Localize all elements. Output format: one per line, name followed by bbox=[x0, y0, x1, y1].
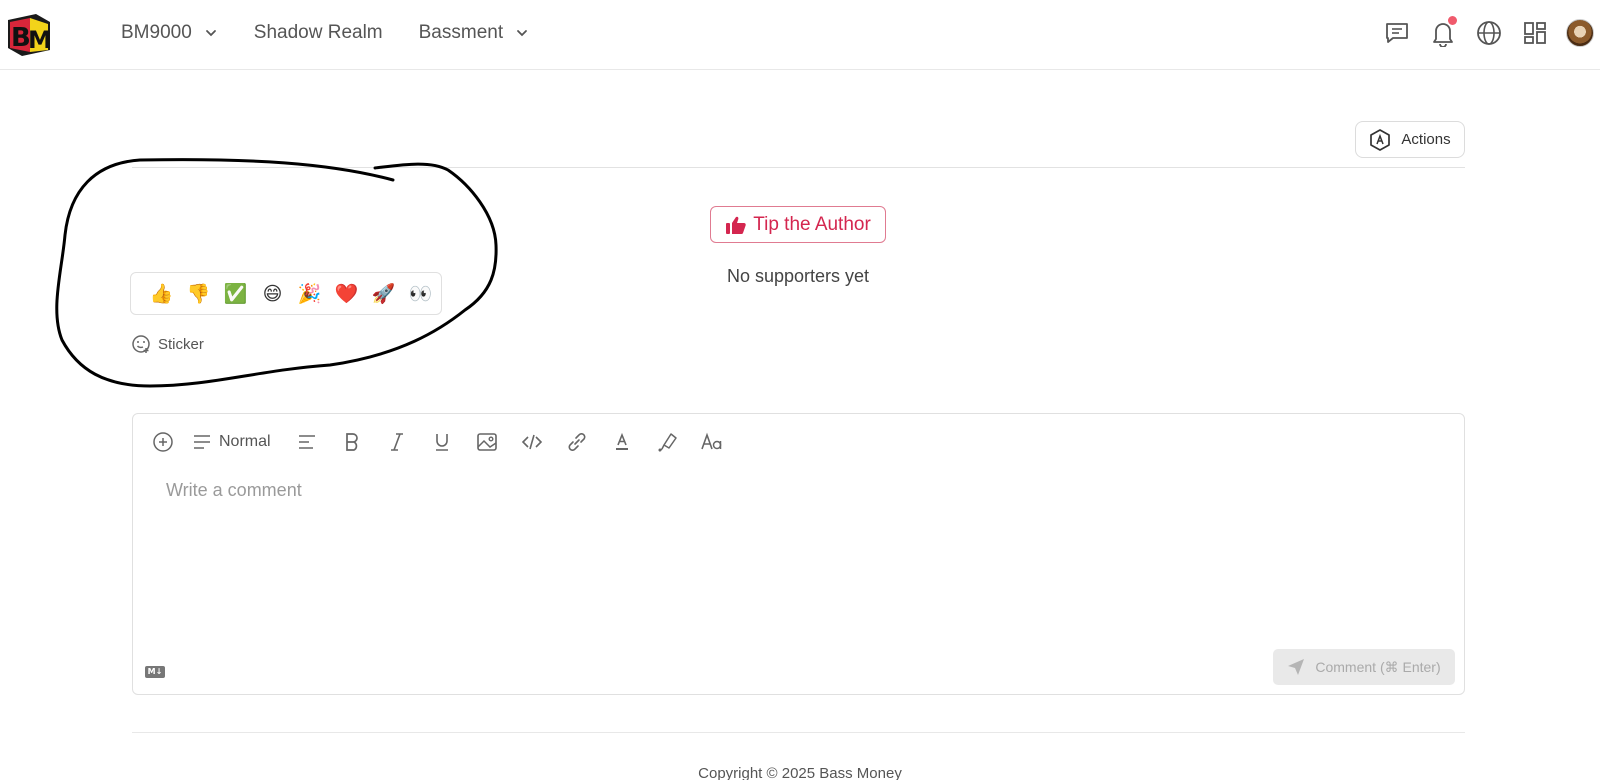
plus-circle-icon bbox=[153, 432, 173, 452]
image-button[interactable] bbox=[471, 426, 503, 458]
reaction-thumbs-up[interactable]: 👍 bbox=[143, 282, 180, 305]
bm-logo[interactable]: B M bbox=[4, 10, 54, 56]
reaction-rocket[interactable]: 🚀 bbox=[365, 282, 402, 305]
reaction-party[interactable]: 🎉 bbox=[291, 282, 328, 305]
italic-icon bbox=[390, 433, 403, 451]
thumbs-up-icon bbox=[726, 216, 746, 234]
hexagon-a-icon bbox=[1370, 128, 1391, 151]
nav-bassment-label: Bassment bbox=[418, 22, 504, 43]
main-nav: BM9000 Shadow Realm Bassment bbox=[121, 0, 565, 66]
editor-toolbar: Normal bbox=[147, 426, 741, 458]
nav-shadow-realm[interactable]: Shadow Realm bbox=[254, 22, 383, 44]
reaction-heart[interactable]: ❤️ bbox=[328, 282, 365, 305]
font-size-button[interactable] bbox=[696, 426, 728, 458]
notification-dot bbox=[1448, 16, 1457, 25]
text-style-select[interactable]: Normal bbox=[192, 426, 271, 458]
insert-button[interactable] bbox=[147, 426, 179, 458]
send-icon bbox=[1288, 659, 1305, 675]
globe-icon[interactable] bbox=[1474, 18, 1504, 48]
link-icon bbox=[568, 433, 585, 451]
markdown-icon: M↓ bbox=[145, 666, 165, 678]
bold-button[interactable] bbox=[336, 426, 368, 458]
image-icon bbox=[476, 433, 497, 451]
underline-button[interactable] bbox=[426, 426, 458, 458]
sticker-icon bbox=[132, 335, 150, 353]
underline-icon bbox=[435, 434, 448, 451]
nav-shadow-realm-label: Shadow Realm bbox=[253, 22, 383, 43]
align-button[interactable] bbox=[291, 426, 323, 458]
text-color-button[interactable] bbox=[606, 426, 638, 458]
avatar[interactable] bbox=[1566, 19, 1594, 47]
comment-input[interactable]: Write a comment bbox=[166, 480, 302, 501]
code-icon bbox=[521, 434, 542, 450]
chevron-down-icon bbox=[517, 30, 528, 37]
reaction-thumbs-down[interactable]: 👎 bbox=[180, 282, 217, 305]
actions-label: Actions bbox=[1401, 131, 1451, 148]
highlight-button[interactable] bbox=[651, 426, 683, 458]
sticker-label: Sticker bbox=[158, 335, 204, 353]
nav-bm9000-label: BM9000 bbox=[121, 22, 192, 43]
apps-grid-icon[interactable] bbox=[1520, 18, 1550, 48]
reaction-bar: 👍 👎 ✅ 😄 🎉 ❤️ 🚀 👀 bbox=[130, 272, 442, 315]
submit-comment-button[interactable]: Comment (⌘ Enter) bbox=[1273, 649, 1455, 685]
bold-icon bbox=[345, 433, 358, 451]
submit-comment-label: Comment (⌘ Enter) bbox=[1315, 658, 1441, 675]
italic-button[interactable] bbox=[381, 426, 413, 458]
comment-editor: Normal Write a comment M↓ Comment (⌘ Ent… bbox=[132, 413, 1465, 695]
supporters-text: No supporters yet bbox=[726, 266, 870, 286]
copyright-text: Copyright © 2025 Bass Money bbox=[698, 765, 902, 780]
nav-bassment[interactable]: Bassment bbox=[419, 22, 529, 44]
footer-divider bbox=[132, 732, 1465, 733]
tip-author-button[interactable]: Tip the Author bbox=[710, 206, 886, 243]
align-left-icon bbox=[298, 435, 315, 449]
sticker-button[interactable]: Sticker bbox=[131, 334, 204, 354]
top-navbar: B M BM9000 Shadow Realm Bassment bbox=[0, 0, 1600, 70]
messages-icon[interactable] bbox=[1382, 18, 1412, 48]
paragraph-icon bbox=[194, 435, 210, 449]
actions-button[interactable]: Actions bbox=[1355, 121, 1465, 158]
tip-author-label: Tip the Author bbox=[753, 213, 871, 235]
divider bbox=[132, 167, 1465, 168]
highlight-icon bbox=[658, 433, 677, 452]
svg-text:M: M bbox=[28, 26, 52, 54]
nav-bm9000[interactable]: BM9000 bbox=[121, 22, 218, 44]
font-size-icon bbox=[700, 432, 721, 450]
header-icons bbox=[1382, 0, 1600, 66]
chevron-down-icon bbox=[205, 30, 216, 37]
reaction-smile[interactable]: 😄 bbox=[254, 283, 291, 305]
bell-icon[interactable] bbox=[1428, 16, 1458, 48]
reaction-eyes[interactable]: 👀 bbox=[402, 282, 439, 305]
text-color-icon bbox=[615, 432, 628, 450]
reaction-check[interactable]: ✅ bbox=[217, 282, 254, 305]
text-style-label: Normal bbox=[219, 433, 271, 450]
link-button[interactable] bbox=[561, 426, 593, 458]
code-button[interactable] bbox=[516, 426, 548, 458]
